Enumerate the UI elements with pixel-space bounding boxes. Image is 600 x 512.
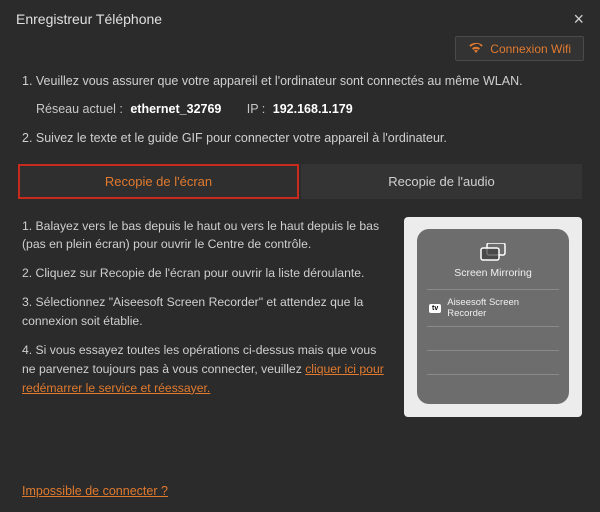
device-name: Aiseesoft Screen Recorder — [447, 297, 557, 319]
close-icon[interactable]: × — [573, 10, 584, 28]
tab-label: Recopie de l'audio — [388, 174, 495, 189]
wifi-button-label: Connexion Wifi — [490, 42, 571, 56]
steps: 1. Balayez vers le bas depuis le haut ou… — [22, 217, 390, 417]
titlebar: Enregistreur Téléphone × — [0, 0, 600, 36]
wifi-row: Connexion Wifi — [0, 36, 600, 67]
step-1: 1. Balayez vers le bas depuis le haut ou… — [22, 217, 390, 255]
ip-label: IP : — [247, 102, 266, 116]
device-row-empty — [427, 326, 559, 350]
gif-preview: Screen Mirroring tv Aiseesoft Screen Rec… — [404, 217, 582, 417]
device-row-empty — [427, 374, 559, 398]
screen-mirroring-icon — [427, 243, 559, 261]
network-label: Réseau actuel : — [36, 102, 123, 116]
panel-title: Screen Mirroring — [427, 267, 559, 279]
step-3: 3. Sélectionnez "Aiseesoft Screen Record… — [22, 293, 390, 331]
tab-label: Recopie de l'écran — [105, 174, 212, 189]
appletv-icon: tv — [429, 304, 441, 313]
tabs: Recopie de l'écran Recopie de l'audio — [18, 164, 582, 199]
device-row: tv Aiseesoft Screen Recorder — [427, 289, 559, 326]
tab-screen-mirror[interactable]: Recopie de l'écran — [18, 164, 299, 199]
wifi-connect-button[interactable]: Connexion Wifi — [455, 36, 584, 61]
control-center-panel: Screen Mirroring tv Aiseesoft Screen Rec… — [417, 229, 569, 404]
network-info: Réseau actuel : ethernet_32769 IP : 192.… — [0, 96, 600, 124]
step-2: 2. Cliquez sur Recopie de l'écran pour o… — [22, 264, 390, 283]
tab-audio-mirror[interactable]: Recopie de l'audio — [301, 164, 582, 199]
wifi-icon — [468, 41, 484, 56]
intro-line-1: 1. Veuillez vous assurer que votre appar… — [0, 67, 600, 96]
step-4: 4. Si vous essayez toutes les opérations… — [22, 341, 390, 398]
ip-value: 192.168.1.179 — [273, 102, 353, 116]
window-title: Enregistreur Téléphone — [16, 11, 162, 27]
intro-line-2: 2. Suivez le texte et le guide GIF pour … — [0, 124, 600, 153]
device-row-empty — [427, 350, 559, 374]
footer: Impossible de connecter ? — [22, 484, 168, 498]
content: 1. Balayez vers le bas depuis le haut ou… — [0, 199, 600, 425]
cannot-connect-link[interactable]: Impossible de connecter ? — [22, 484, 168, 498]
network-value: ethernet_32769 — [130, 102, 221, 116]
